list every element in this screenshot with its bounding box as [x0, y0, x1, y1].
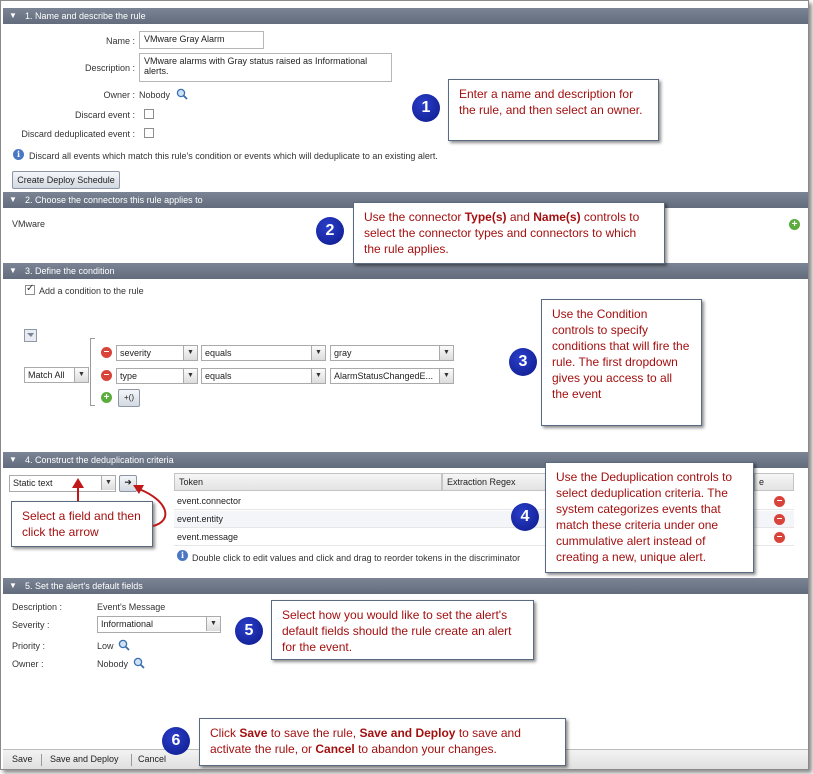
chevron-down-icon: ▼ [9, 266, 17, 275]
chevron-down-icon: ▼ [439, 369, 453, 383]
default-owner-value: Nobody [97, 659, 129, 669]
filter-icon[interactable] [24, 329, 37, 342]
discard-dedup-checkbox[interactable] [144, 128, 154, 138]
default-priority-label: Priority : [12, 641, 46, 651]
section-header-defaults[interactable]: ▼ 5. Set the alert's default fields [3, 578, 808, 594]
chevron-down-icon: ▼ [9, 195, 17, 204]
step-badge-1: 1 [412, 94, 440, 122]
add-group-button[interactable]: +() [118, 389, 140, 407]
remove-condition-icon[interactable]: – [101, 347, 112, 358]
discard-event-checkbox[interactable] [144, 109, 154, 119]
chevron-down-icon: ▼ [9, 11, 17, 20]
condition-bracket [90, 338, 95, 406]
save-button[interactable]: Save [12, 754, 33, 764]
condition-value-select[interactable]: gray ▼ [330, 345, 454, 361]
remove-token-icon[interactable]: – [774, 514, 785, 525]
condition-operator-select[interactable]: equals ▼ [201, 345, 326, 361]
add-connector-icon[interactable]: + [789, 219, 800, 230]
name-label: Name : [105, 36, 135, 46]
step-badge-5: 5 [235, 617, 263, 645]
chevron-down-icon: ▼ [311, 346, 325, 360]
dedup-hint-text: Double click to edit values and click an… [192, 553, 521, 563]
chevron-down-icon: ▼ [183, 369, 197, 383]
callout-connectors: Use the connector Type(s) and Name(s) co… [353, 202, 665, 264]
save-and-deploy-button[interactable]: Save and Deploy [50, 754, 119, 764]
owner-value: Nobody [139, 90, 171, 100]
match-select[interactable]: Match All ▼ [24, 367, 89, 383]
add-condition-label: Add a condition to the rule [39, 286, 144, 296]
callout-save: Click Save to save the rule, Save and De… [199, 718, 566, 766]
owner-label: Owner : [103, 90, 135, 100]
callout-condition: Use the Condition controls to specify co… [541, 299, 702, 426]
step-badge-2: 2 [316, 217, 344, 245]
info-icon: i [177, 550, 188, 561]
step-badge-6: 6 [162, 727, 190, 755]
token-type-select[interactable]: Static text ▼ [9, 475, 116, 492]
default-owner-label: Owner : [12, 659, 44, 669]
search-icon[interactable] [176, 88, 188, 100]
column-header-extra[interactable]: e [754, 473, 794, 491]
condition-value-select[interactable]: AlarmStatusChangedE... ▼ [330, 368, 454, 384]
add-condition-checkbox[interactable] [25, 283, 35, 295]
name-input[interactable]: VMware Gray Alarm [139, 31, 264, 49]
create-deploy-schedule-button[interactable]: Create Deploy Schedule [12, 171, 120, 189]
divider [41, 754, 42, 766]
default-priority-value: Low [97, 641, 114, 651]
chevron-down-icon: ▼ [311, 369, 325, 383]
condition-field-select[interactable]: type ▼ [116, 368, 198, 384]
callout-select-field: Select a field and then click the arrow [11, 501, 153, 547]
remove-token-icon[interactable]: – [774, 532, 785, 543]
discard-info-text: Discard all events which match this rule… [29, 151, 438, 161]
search-icon[interactable] [133, 657, 145, 669]
chevron-down-icon: ▼ [74, 368, 88, 382]
severity-select[interactable]: Informational ▼ [97, 616, 221, 633]
discard-event-label: Discard event : [74, 110, 135, 120]
callout-name-describe: Enter a name and description for the rul… [448, 79, 659, 141]
search-icon[interactable] [118, 639, 130, 651]
condition-operator-select[interactable]: equals ▼ [201, 368, 326, 384]
chevron-down-icon: ▼ [183, 346, 197, 360]
step-badge-3: 3 [509, 348, 537, 376]
chevron-down-icon: ▼ [206, 617, 220, 631]
callout-dedup: Use the Deduplication controls to select… [545, 462, 754, 573]
chevron-down-icon: ▼ [101, 476, 115, 490]
info-icon: i [13, 149, 24, 160]
chevron-down-icon: ▼ [9, 455, 17, 464]
column-header-token[interactable]: Token [174, 473, 442, 491]
cancel-button[interactable]: Cancel [138, 754, 166, 764]
chevron-down-icon: ▼ [9, 581, 17, 590]
default-description-label: Description : [12, 602, 63, 612]
section-header-name[interactable]: ▼ 1. Name and describe the rule [3, 8, 808, 24]
connector-item[interactable]: VMware [12, 219, 45, 229]
discard-dedup-label: Discard deduplicated event : [21, 129, 135, 139]
default-description-value: Event's Message [97, 602, 166, 612]
callout-defaults: Select how you would like to set the ale… [271, 600, 534, 660]
description-label: Description : [84, 63, 135, 73]
condition-field-select[interactable]: severity ▼ [116, 345, 198, 361]
default-severity-label: Severity : [12, 620, 50, 630]
section-header-condition[interactable]: ▼ 3. Define the condition [3, 263, 808, 279]
arrow-right-icon: ➜ [124, 477, 132, 487]
divider [131, 754, 132, 766]
add-condition-icon[interactable]: + [101, 392, 112, 403]
description-input[interactable]: VMware alarms with Gray status raised as… [139, 53, 392, 82]
rule-editor-window: ▼ 1. Name and describe the rule Name : V… [0, 0, 809, 770]
remove-condition-icon[interactable]: – [101, 370, 112, 381]
step-badge-4: 4 [511, 503, 539, 531]
add-token-arrow-button[interactable]: ➜ [119, 475, 137, 492]
remove-token-icon[interactable]: – [774, 496, 785, 507]
chevron-down-icon: ▼ [439, 346, 453, 360]
